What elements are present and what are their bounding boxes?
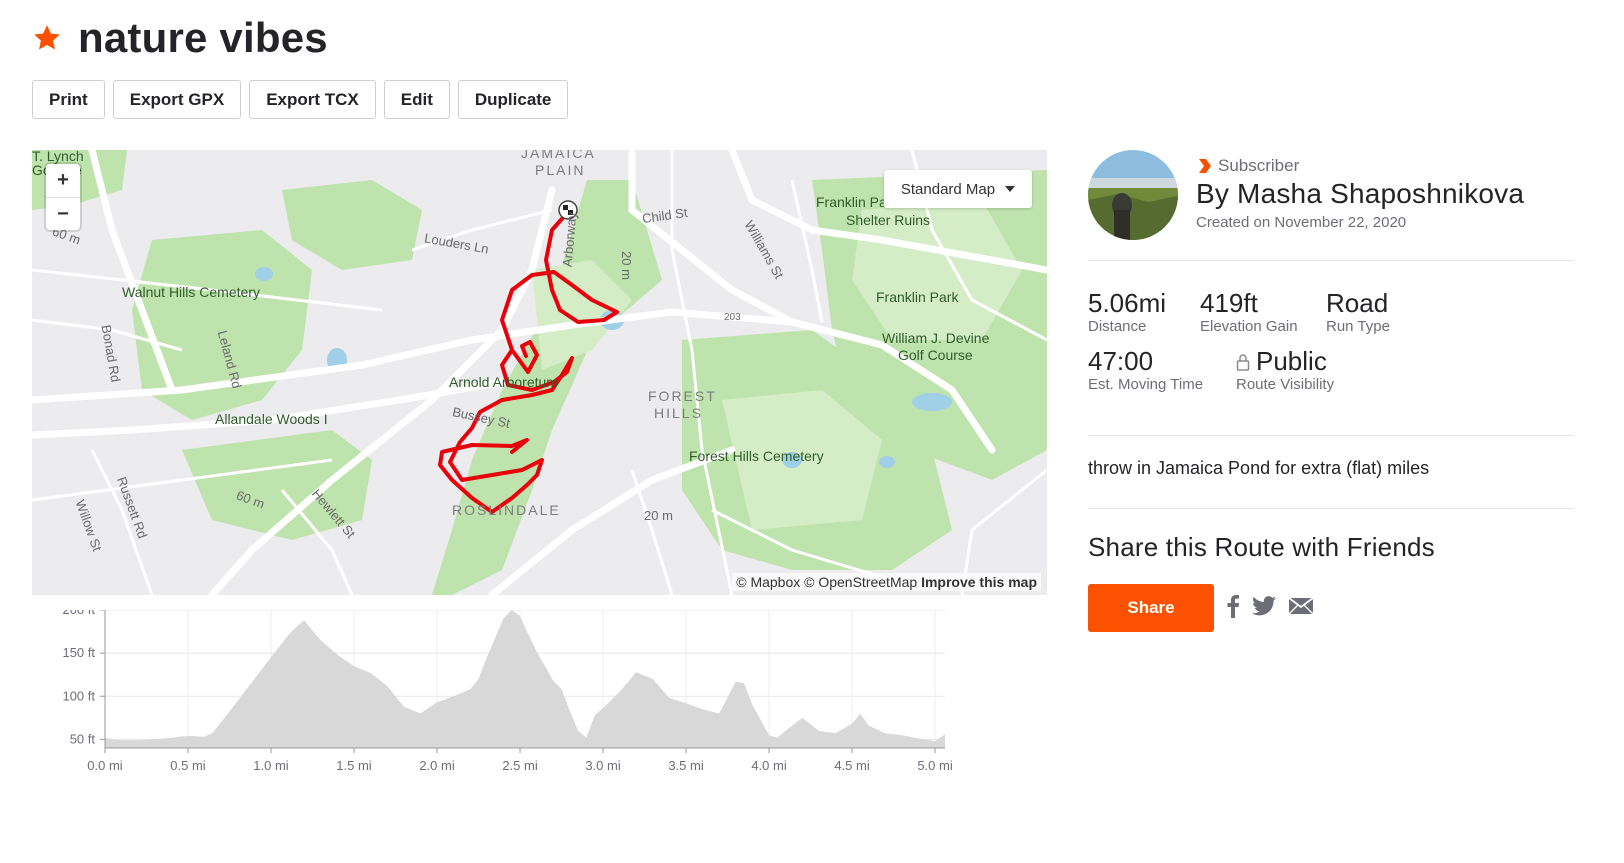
chevron-down-icon (1005, 186, 1016, 192)
map-label-plain: PLAIN (535, 162, 586, 178)
visibility-row: Public (1236, 346, 1334, 377)
y-tick-label: 200 ft (62, 610, 95, 617)
edit-button[interactable]: Edit (383, 80, 450, 119)
share-heading: Share this Route with Friends (1088, 532, 1435, 562)
x-axis-ticks: 0.0 mi 0.5 mi 1.0 mi 1.5 mi 2.0 mi 2.5 mi 3.0 … (87, 747, 953, 773)
zoom-control: + − (46, 164, 80, 230)
x-tick-label: 4.0 mi (751, 758, 787, 773)
stat-label: Run Type (1326, 318, 1390, 335)
stat-visibility: Public Route Visibility (1236, 346, 1334, 393)
divider (1088, 260, 1574, 261)
improve-map-link[interactable]: Improve this map (921, 574, 1037, 590)
star-icon[interactable] (32, 23, 62, 53)
stat-label: Distance (1088, 318, 1147, 335)
map-attribution: © Mapbox © OpenStreetMap Improve this ma… (732, 573, 1041, 591)
route-map[interactable]: T. Lynch Go urse JAMAICA PLAIN Franklin … (32, 150, 1047, 595)
stat-label: Est. Moving Time (1088, 376, 1204, 393)
x-tick-label: 1.0 mi (253, 758, 289, 773)
elevation-chart: 0.0 mi 0.5 mi 1.0 mi 1.5 mi 2.0 mi 2.5 mi 3.0 … (62, 610, 953, 773)
map-label-hills: HILLS (654, 405, 703, 421)
map-label-allandale: Allandale Woods I (215, 411, 328, 427)
divider (1088, 508, 1574, 509)
map-style-dropdown[interactable]: Standard Map (884, 170, 1032, 208)
zoom-in-button[interactable]: + (46, 164, 80, 197)
share-button[interactable]: Share (1088, 584, 1214, 632)
owner-info: Subscriber By Masha Shaposhnikova Create… (1196, 156, 1524, 231)
print-button[interactable]: Print (32, 80, 105, 119)
map-label-route-203: 203 (724, 312, 741, 323)
owner-name[interactable]: By Masha Shaposhnikova (1196, 178, 1524, 210)
route-description: throw in Jamaica Pond for extra (flat) m… (1088, 458, 1430, 478)
map-label-contour-20a: 20 m (618, 251, 634, 280)
route-actions: Print Export GPX Export TCX Edit Duplica… (32, 80, 569, 119)
stat-label: Elevation Gain (1200, 318, 1298, 335)
x-tick-label: 3.0 mi (585, 758, 621, 773)
x-tick-label: 5.0 mi (917, 758, 953, 773)
stat-label: Route Visibility (1236, 376, 1335, 393)
stat-value: 419ft (1200, 288, 1258, 318)
title-row: nature vibes (32, 14, 328, 62)
stat-type: Road Run Type (1326, 288, 1390, 335)
y-tick-label: 100 ft (62, 688, 95, 703)
created-date: Created on November 22, 2020 (1196, 214, 1407, 231)
social-links (1226, 594, 1314, 623)
zoom-out-button[interactable]: − (46, 197, 80, 230)
subscriber-chevron-icon (1199, 159, 1211, 173)
map-label-arnold-arboretum: Arnold Arboretum (449, 374, 558, 390)
stat-value: 5.06mi (1088, 288, 1167, 318)
map-label-franklin-park: Franklin Park (876, 289, 959, 305)
map-label-walnut-hills: Walnut Hills Cemetery (122, 284, 260, 300)
stat-value: Public (1256, 346, 1327, 376)
stat-time: 47:00 Est. Moving Time (1088, 346, 1203, 393)
export-tcx-button[interactable]: Export TCX (249, 80, 376, 119)
avatar[interactable] (1088, 150, 1178, 240)
x-tick-label: 1.5 mi (336, 758, 372, 773)
x-tick-label: 0.0 mi (87, 758, 123, 773)
y-tick-label: 50 ft (70, 731, 96, 746)
stat-value: 47:00 (1088, 346, 1154, 376)
subscriber-label: Subscriber (1218, 156, 1300, 175)
map-label-devine-1: William J. Devine (882, 330, 990, 346)
page-title: nature vibes (78, 14, 328, 61)
divider (1088, 435, 1574, 436)
email-icon[interactable] (1288, 597, 1314, 620)
map-label-contour-20b: 20 m (644, 508, 673, 523)
x-tick-label: 4.5 mi (834, 758, 870, 773)
lock-icon (1236, 353, 1250, 371)
stat-distance: 5.06mi Distance (1088, 288, 1166, 335)
stat-value: Road (1326, 288, 1389, 318)
facebook-icon[interactable] (1226, 594, 1240, 623)
subscriber-badge: Subscriber (1196, 156, 1524, 176)
x-tick-label: 0.5 mi (170, 758, 206, 773)
twitter-icon[interactable] (1252, 596, 1276, 621)
attribution-text: © Mapbox © OpenStreetMap (736, 574, 918, 590)
y-tick-label: 150 ft (62, 645, 95, 660)
map-label-forest: FOREST (648, 388, 717, 404)
map-label-devine-2: Golf Course (898, 347, 973, 363)
map-label-jamaica: JAMAICA (521, 150, 596, 161)
map-label-shelter-ruins: Shelter Ruins (846, 212, 931, 228)
elevation-area (105, 610, 945, 748)
x-tick-label: 2.0 mi (419, 758, 455, 773)
x-tick-label: 3.5 mi (668, 758, 704, 773)
map-label-roslindale: ROSLINDALE (452, 502, 561, 518)
x-tick-label: 2.5 mi (502, 758, 538, 773)
export-gpx-button[interactable]: Export GPX (112, 80, 242, 119)
duplicate-button[interactable]: Duplicate (457, 80, 569, 119)
stat-elevation: 419ft Elevation Gain (1200, 288, 1298, 335)
map-label-forest-hills-cemetery: Forest Hills Cemetery (689, 448, 824, 464)
y-axis-ticks: 50 ft 100 ft 150 ft 200 ft (62, 610, 106, 748)
map-style-label: Standard Map (900, 180, 996, 198)
